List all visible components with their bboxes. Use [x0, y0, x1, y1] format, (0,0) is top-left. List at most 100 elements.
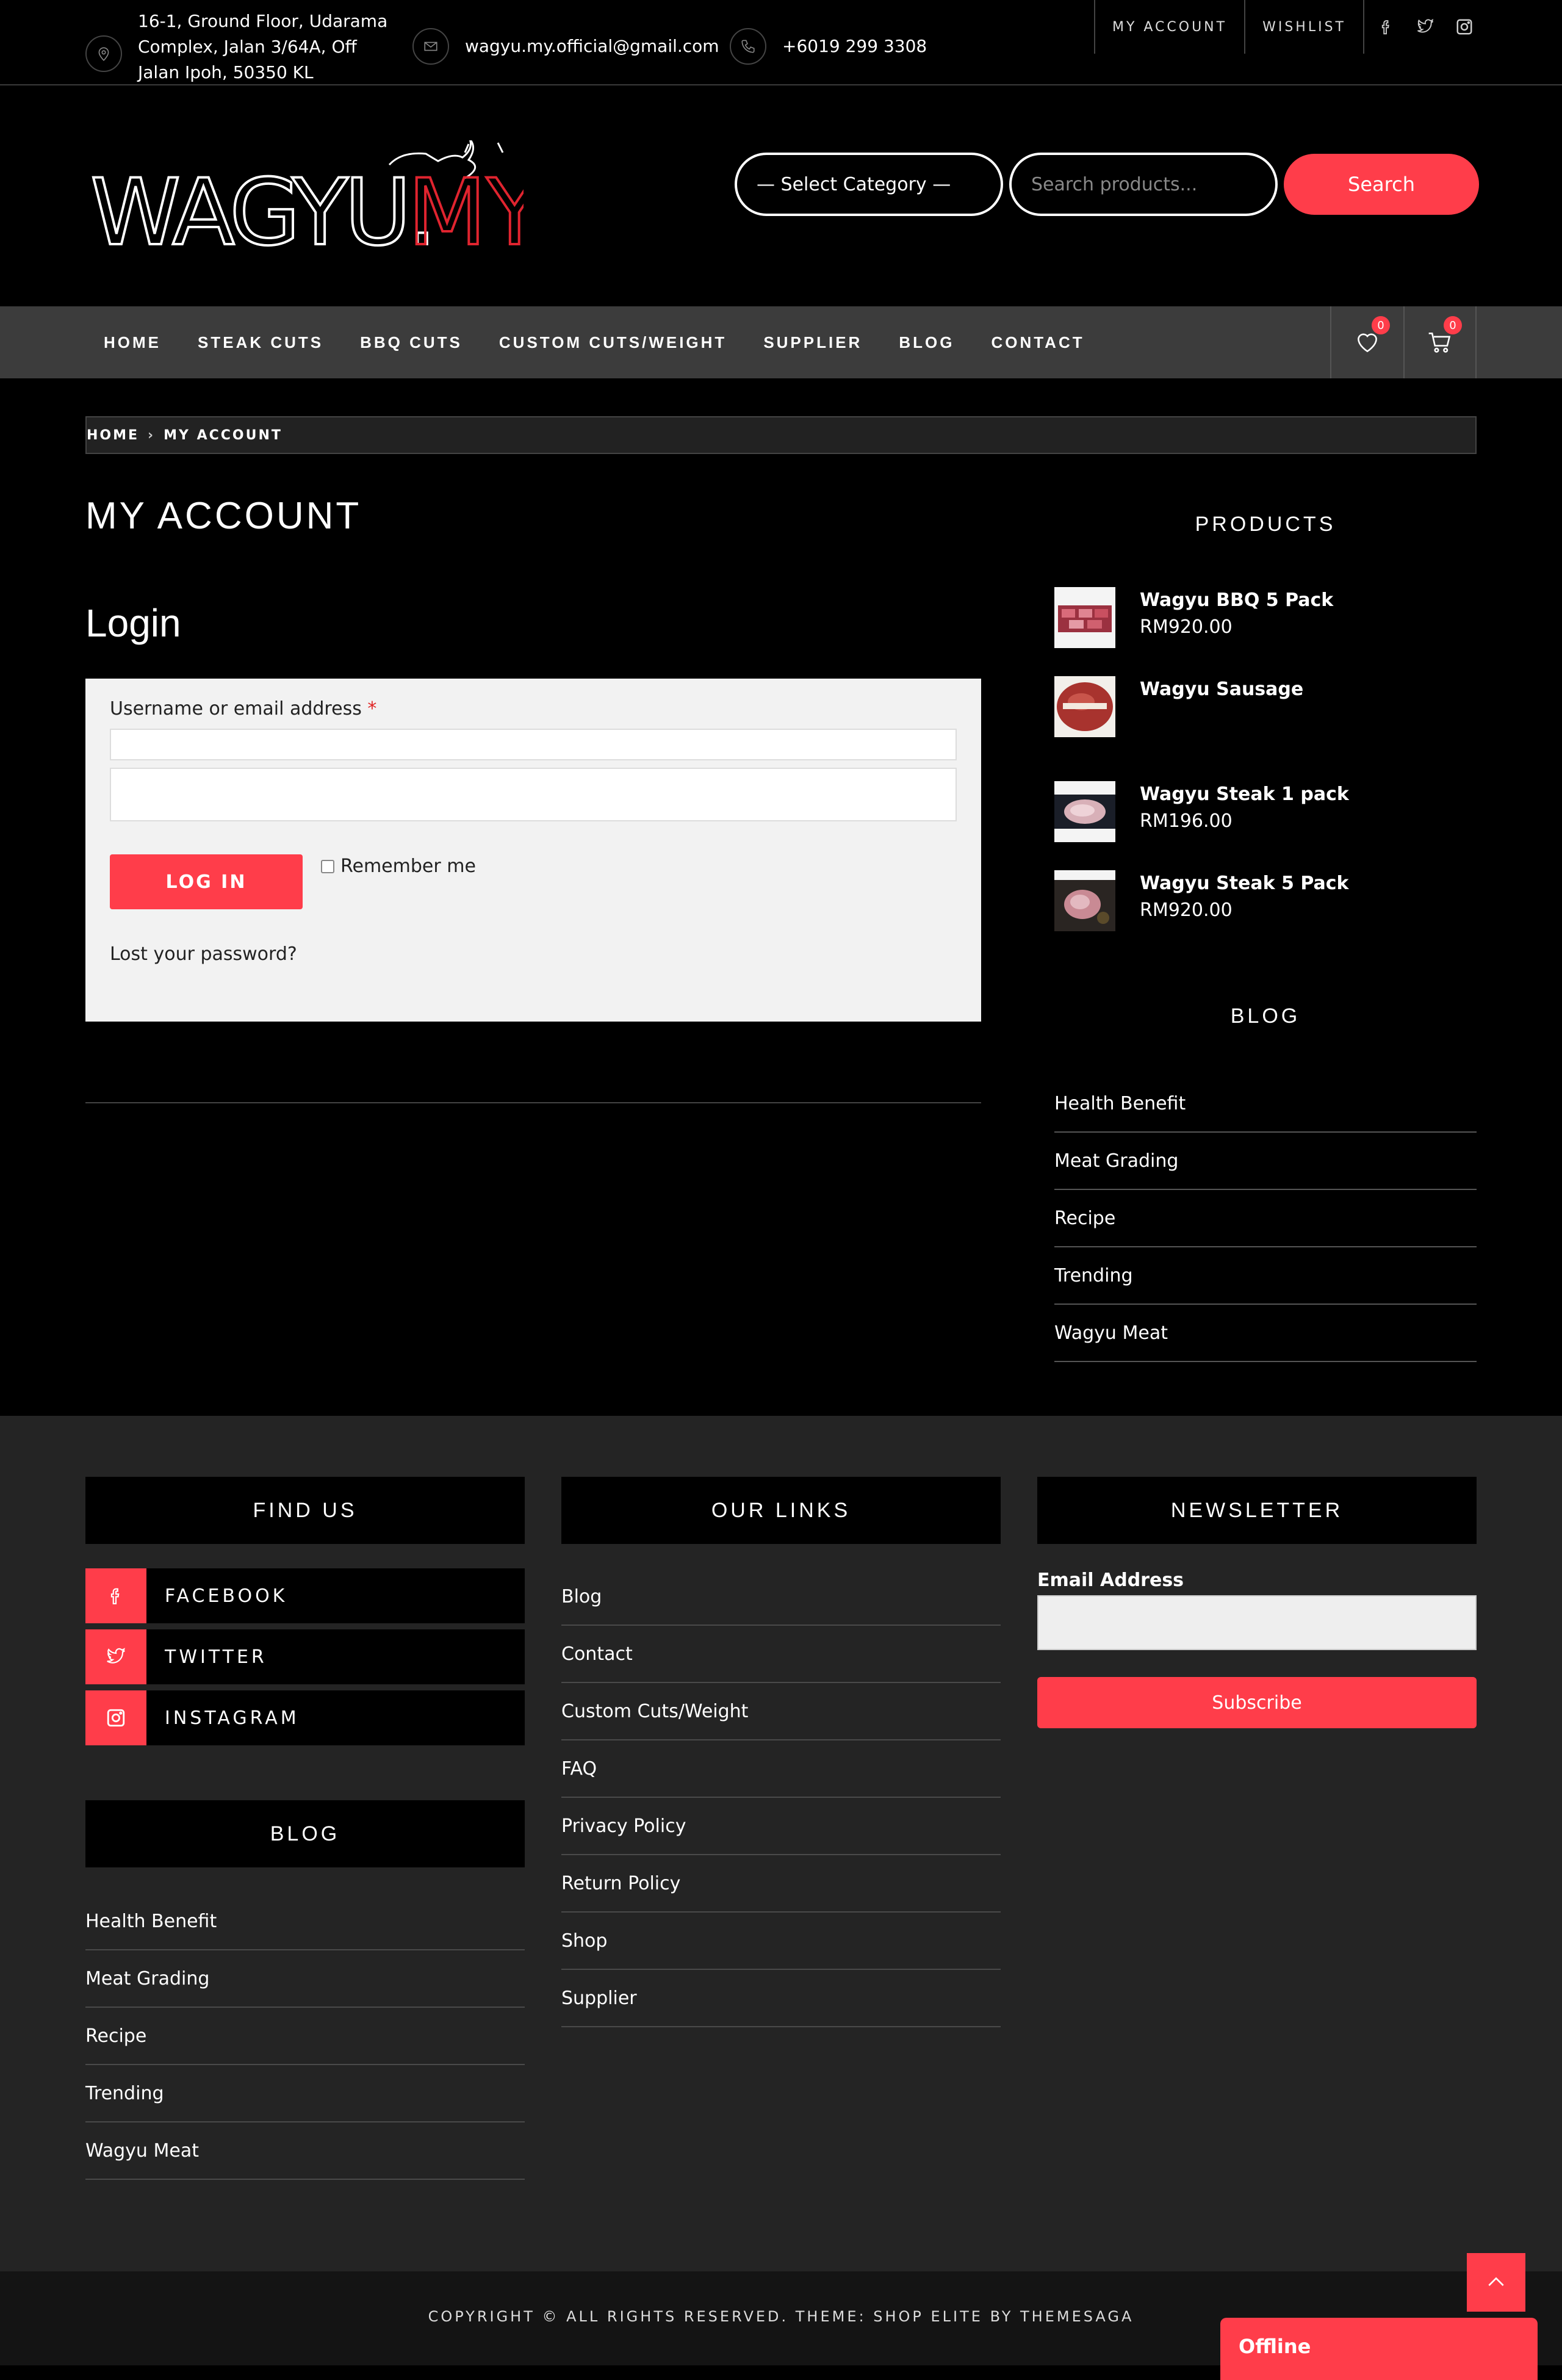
sidebar-blog-list: Health Benefit Meat Grading Recipe Trend…	[1054, 1075, 1477, 1362]
phone-text[interactable]: +6019 299 3308	[782, 34, 927, 59]
username-label: Username or email address *	[110, 698, 377, 719]
wishlist-button[interactable]: 0	[1330, 306, 1403, 378]
my-account-link[interactable]: MY ACCOUNT	[1093, 0, 1244, 54]
footer-link-item[interactable]: Custom Cuts/Weight	[561, 1683, 1001, 1740]
phone-item[interactable]: +6019 299 3308	[730, 28, 927, 65]
footer-blog-list: Health Benefit Meat Grading Recipe Trend…	[85, 1893, 525, 2180]
required-mark: *	[367, 698, 377, 719]
username-field[interactable]	[110, 729, 957, 760]
footer-link-item[interactable]: Shop	[561, 1913, 1001, 1970]
footer-blog-item[interactable]: Wagyu Meat	[85, 2122, 525, 2180]
product-name[interactable]: Wagyu BBQ 5 Pack	[1140, 587, 1333, 614]
wishlist-count-badge: 0	[1372, 316, 1390, 334]
footer-link-item[interactable]: Blog	[561, 1568, 1001, 1626]
email-text[interactable]: wagyu.my.official@gmail.com	[465, 34, 719, 59]
product-thumbnail[interactable]	[1054, 587, 1115, 648]
newsletter-heading: NEWSLETTER	[1037, 1477, 1477, 1544]
breadcrumb: HOME › MY ACCOUNT	[85, 416, 1477, 454]
newsletter-email-input[interactable]	[1037, 1595, 1477, 1650]
nav-blog[interactable]: BLOG	[880, 306, 973, 378]
product-item[interactable]: Wagyu BBQ 5 Pack RM920.00	[1054, 587, 1333, 648]
password-field[interactable]	[110, 768, 957, 821]
envelope-icon	[412, 28, 449, 65]
footer-blog-item[interactable]: Health Benefit	[85, 1893, 525, 1950]
top-account-links: MY ACCOUNT WISHLIST	[1093, 0, 1364, 54]
chevron-right-icon: ›	[148, 427, 156, 443]
product-item[interactable]: Wagyu Steak 5 Pack RM920.00	[1054, 870, 1349, 931]
product-item[interactable]: Wagyu Sausage	[1054, 676, 1303, 737]
footer-link-item[interactable]: Privacy Policy	[561, 1798, 1001, 1855]
site-logo[interactable]: WAGYU. MY	[89, 139, 544, 267]
page-title: MY ACCOUNT	[85, 495, 362, 537]
product-thumbnail[interactable]	[1054, 781, 1115, 842]
nav-steak-cuts[interactable]: STEAK CUTS	[179, 306, 342, 378]
sidebar-blog-item[interactable]: Wagyu Meat	[1054, 1305, 1477, 1362]
svg-text:MY: MY	[408, 160, 524, 256]
nav-supplier[interactable]: SUPPLIER	[745, 306, 880, 378]
product-name[interactable]: Wagyu Steak 5 Pack	[1140, 870, 1349, 897]
twitter-icon[interactable]	[1413, 15, 1438, 39]
footer-link-item[interactable]: FAQ	[561, 1740, 1001, 1798]
remember-me[interactable]: Remember me	[321, 856, 476, 877]
category-select[interactable]: — Select Category —	[735, 153, 1003, 216]
svg-text:WAGYU.: WAGYU.	[90, 160, 433, 256]
login-button[interactable]: LOG IN	[110, 854, 303, 909]
remember-label: Remember me	[340, 856, 476, 877]
find-us-heading: FIND US	[85, 1477, 525, 1544]
sidebar-blog-heading: BLOG	[1230, 1004, 1301, 1028]
nav-contact[interactable]: CONTACT	[973, 306, 1103, 378]
product-price: RM920.00	[1140, 616, 1233, 638]
lost-password-link[interactable]: Lost your password?	[110, 943, 297, 965]
product-price: RM920.00	[1140, 900, 1233, 921]
footer-blog-item[interactable]: Meat Grading	[85, 1950, 525, 2008]
search-input[interactable]: Search products...	[1009, 153, 1278, 216]
cart-button[interactable]: 0	[1403, 306, 1477, 378]
products-heading: PRODUCTS	[1195, 513, 1336, 536]
product-name[interactable]: Wagyu Sausage	[1140, 676, 1303, 703]
subscribe-button[interactable]: Subscribe	[1037, 1677, 1477, 1728]
scroll-to-top-button[interactable]	[1467, 2253, 1525, 2312]
product-thumbnail[interactable]	[1054, 676, 1115, 737]
phone-icon	[730, 28, 766, 65]
chevron-up-icon	[1488, 2277, 1504, 2286]
footer-blog-item[interactable]: Recipe	[85, 2008, 525, 2065]
address-text: 16-1, Ground Floor, Udarama Complex, Jal…	[138, 11, 388, 82]
footer-facebook-link[interactable]: FACEBOOK	[85, 1568, 525, 1623]
footer-instagram-link[interactable]: INSTAGRAM	[85, 1690, 525, 1745]
footer-link-item[interactable]: Return Policy	[561, 1855, 1001, 1913]
footer-blog-item[interactable]: Trending	[85, 2065, 525, 2122]
search-button[interactable]: Search	[1284, 154, 1479, 215]
footer-link-item[interactable]: Contact	[561, 1626, 1001, 1683]
sidebar-blog-item[interactable]: Health Benefit	[1054, 1075, 1477, 1133]
nav-custom-cuts[interactable]: CUSTOM CUTS/WEIGHT	[481, 306, 745, 378]
sidebar-blog-item[interactable]: Trending	[1054, 1247, 1477, 1305]
product-thumbnail[interactable]	[1054, 870, 1115, 931]
wishlist-link[interactable]: WISHLIST	[1244, 0, 1364, 54]
sidebar-blog-item[interactable]: Recipe	[1054, 1190, 1477, 1247]
chat-widget[interactable]: Offline	[1220, 2318, 1538, 2380]
top-social-icons	[1374, 15, 1477, 39]
email-item[interactable]: wagyu.my.official@gmail.com	[412, 28, 719, 65]
footer-twitter-link[interactable]: TWITTER	[85, 1629, 525, 1684]
nav-bbq-cuts[interactable]: BBQ CUTS	[342, 306, 481, 378]
footer-link-item[interactable]: Supplier	[561, 1970, 1001, 2027]
footer-links-list: Blog Contact Custom Cuts/Weight FAQ Priv…	[561, 1568, 1001, 2027]
top-bar: 16-1, Ground Floor, Udarama Complex, Jal…	[0, 0, 1562, 85]
cart-count-badge: 0	[1444, 316, 1462, 334]
nav-icons: 0 0	[1330, 306, 1477, 378]
product-name[interactable]: Wagyu Steak 1 pack	[1140, 781, 1349, 808]
remember-checkbox[interactable]	[321, 859, 334, 873]
sidebar-blog-item[interactable]: Meat Grading	[1054, 1133, 1477, 1190]
nav-home[interactable]: HOME	[85, 306, 179, 378]
login-heading: Login	[85, 601, 181, 645]
content-divider	[85, 1102, 981, 1103]
facebook-icon[interactable]	[1374, 15, 1398, 39]
breadcrumb-current: MY ACCOUNT	[164, 427, 283, 443]
product-item[interactable]: Wagyu Steak 1 pack RM196.00	[1054, 781, 1349, 842]
location-pin-icon	[85, 35, 122, 72]
newsletter-email-label: Email Address	[1037, 1570, 1184, 1591]
twitter-icon	[85, 1629, 146, 1684]
instagram-icon[interactable]	[1452, 15, 1477, 39]
breadcrumb-home[interactable]: HOME	[87, 428, 139, 443]
address-item: 16-1, Ground Floor, Udarama Complex, Jal…	[85, 9, 387, 85]
